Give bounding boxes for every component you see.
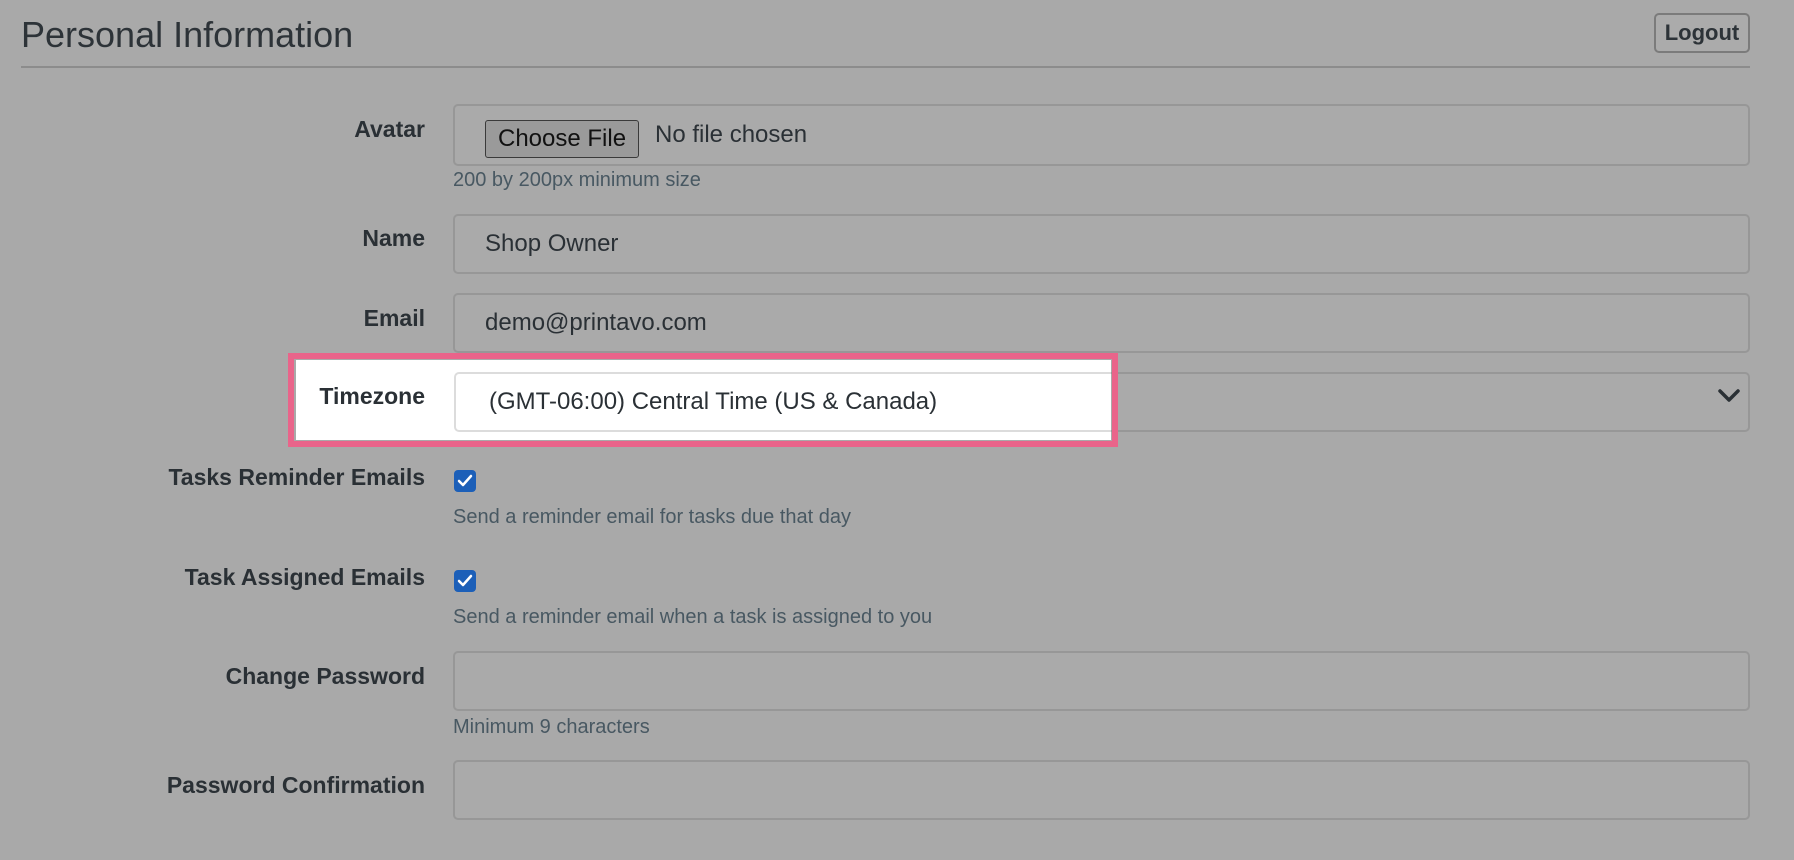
email-label: Email	[363, 305, 425, 331]
checkmark-icon	[457, 474, 473, 487]
timezone-label: Timezone	[319, 383, 425, 409]
task-assigned-checkbox[interactable]	[454, 570, 476, 592]
name-value: Shop Owner	[485, 230, 619, 257]
task-assigned-label: Task Assigned Emails	[184, 564, 425, 590]
tasks-reminder-label: Tasks Reminder Emails	[168, 464, 425, 490]
change-password-label: Change Password	[225, 663, 425, 689]
logout-button[interactable]: Logout	[1654, 13, 1750, 53]
avatar-file-input[interactable]: Choose File No file chosen	[453, 104, 1750, 166]
task-assigned-help: Send a reminder email when a task is ass…	[453, 606, 933, 628]
name-field[interactable]: Shop Owner	[453, 214, 1750, 274]
timezone-select-visible[interactable]: (GMT-06:00) Central Time (US & Canada)	[454, 372, 1111, 432]
tasks-reminder-help: Send a reminder email for tasks due that…	[453, 506, 851, 528]
chevron-down-icon[interactable]	[1718, 389, 1740, 408]
checkmark-icon	[457, 574, 473, 587]
email-field[interactable]: demo@printavo.com	[453, 293, 1750, 353]
email-value: demo@printavo.com	[485, 309, 707, 336]
avatar-label: Avatar	[354, 116, 425, 142]
page-title: Personal Information	[21, 14, 354, 55]
header-divider	[21, 66, 1750, 68]
choose-file-button[interactable]: Choose File	[485, 120, 640, 158]
tasks-reminder-checkbox[interactable]	[454, 470, 476, 492]
password-confirmation-label: Password Confirmation	[166, 772, 425, 798]
timezone-value: (GMT-06:00) Central Time (US & Canada)	[489, 388, 938, 415]
name-label: Name	[362, 225, 425, 251]
avatar-help-text: 200 by 200px minimum size	[453, 169, 701, 191]
password-confirmation-field[interactable]	[453, 760, 1750, 820]
change-password-field[interactable]	[453, 651, 1750, 711]
change-password-help: Minimum 9 characters	[453, 716, 650, 738]
file-status-text: No file chosen	[655, 121, 808, 148]
